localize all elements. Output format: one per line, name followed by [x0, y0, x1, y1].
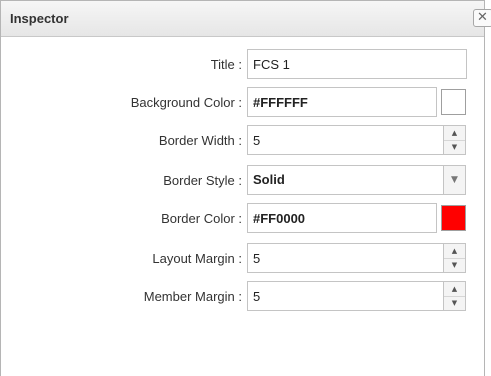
border-width-input[interactable] [247, 125, 444, 155]
background-color-row: Background Color : [1, 87, 486, 117]
inspector-panel: Inspector Title : Background Color : Bor… [0, 0, 485, 376]
title-input[interactable] [247, 49, 467, 79]
border-style-label: Border Style : [163, 173, 242, 188]
close-icon[interactable]: ✕ [473, 9, 491, 27]
background-color-input[interactable] [247, 87, 437, 117]
title-label: Title : [210, 57, 242, 72]
member-margin-stepper: ▲ ▼ [443, 281, 466, 311]
border-width-label: Border Width : [158, 133, 242, 148]
layout-margin-row: Layout Margin : ▲ ▼ [1, 243, 486, 273]
layout-margin-stepper: ▲ ▼ [443, 243, 466, 273]
spin-up-icon[interactable]: ▲ [444, 282, 465, 297]
border-style-row: Border Style : Solid ▼ [1, 165, 486, 195]
border-color-row: Border Color : [1, 203, 486, 233]
spin-up-icon[interactable]: ▲ [444, 126, 465, 141]
border-width-row: Border Width : ▲ ▼ [1, 125, 486, 155]
member-margin-input[interactable] [247, 281, 444, 311]
border-style-select[interactable]: Solid [247, 165, 444, 195]
background-color-swatch[interactable] [441, 89, 466, 115]
spin-down-icon[interactable]: ▼ [444, 140, 465, 154]
border-color-swatch[interactable] [441, 205, 466, 231]
border-color-label: Border Color : [161, 211, 242, 226]
member-margin-row: Member Margin : ▲ ▼ [1, 281, 486, 311]
spin-down-icon[interactable]: ▼ [444, 258, 465, 272]
window-title: Inspector [10, 11, 69, 26]
spin-up-icon[interactable]: ▲ [444, 244, 465, 259]
spin-down-icon[interactable]: ▼ [444, 296, 465, 310]
inspector-titlebar: Inspector [1, 1, 484, 37]
layout-margin-label: Layout Margin : [152, 251, 242, 266]
border-color-input[interactable] [247, 203, 437, 233]
chevron-down-icon[interactable]: ▼ [443, 165, 466, 195]
layout-margin-input[interactable] [247, 243, 444, 273]
background-color-label: Background Color : [130, 95, 242, 110]
title-row: Title : [1, 49, 486, 79]
border-width-stepper: ▲ ▼ [443, 125, 466, 155]
member-margin-label: Member Margin : [143, 289, 242, 304]
